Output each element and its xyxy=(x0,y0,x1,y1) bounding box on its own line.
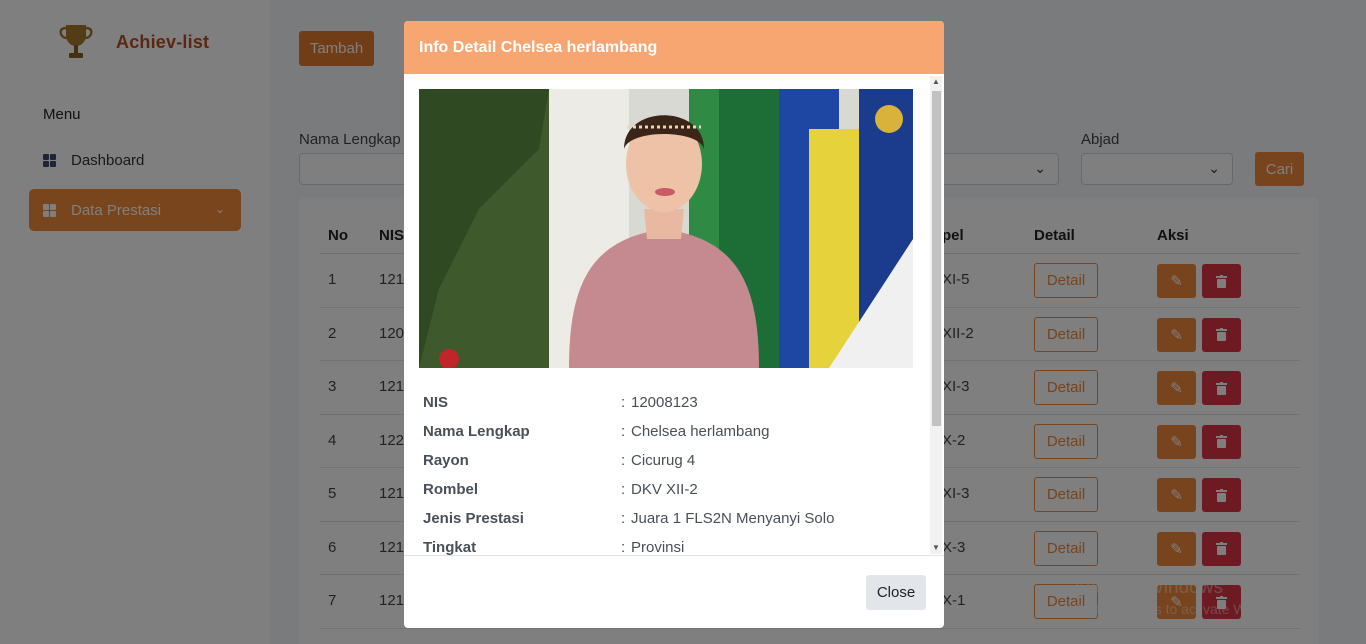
detail-modal: Info Detail Chelsea herlambang NIS: 120… xyxy=(404,21,944,628)
info-value: 12008123 xyxy=(631,394,698,411)
info-key: Nama Lengkap xyxy=(423,423,530,440)
info-row-tingkat: Tingkat: Provinsi xyxy=(423,539,923,556)
info-row-nis: NIS:12008123 xyxy=(423,394,923,423)
modal-scrollbar[interactable]: ▲ ▼ xyxy=(930,76,942,554)
info-value: Cicurug 4 xyxy=(631,452,696,469)
info-colon: : xyxy=(621,539,626,556)
info-key: Jenis Prestasi xyxy=(423,510,524,527)
info-key: Rayon xyxy=(423,452,469,469)
info-key: Rombel xyxy=(423,481,479,498)
info-key: NIS xyxy=(423,394,449,411)
student-info: NIS:12008123 Nama Lengkap: Chelsea herlam… xyxy=(423,394,923,556)
info-value: DKV XII-2 xyxy=(631,481,698,498)
info-value: Chelsea herlambang xyxy=(631,423,770,440)
modal-footer: Close xyxy=(404,556,944,628)
info-colon: : xyxy=(621,394,626,411)
info-key: Tingkat xyxy=(423,539,477,556)
info-row-rombel: Rombel: DKV XII-2 xyxy=(423,481,923,510)
info-colon: : xyxy=(621,510,626,527)
scroll-down-icon[interactable]: ▼ xyxy=(932,543,940,552)
info-colon: : xyxy=(621,481,626,498)
info-row-rayon: Rayon: Cicurug 4 xyxy=(423,452,923,481)
close-button[interactable]: Close xyxy=(866,575,926,610)
student-photo xyxy=(419,89,913,368)
modal-body: NIS:12008123 Nama Lengkap: Chelsea herlam… xyxy=(404,74,944,556)
scroll-up-icon[interactable]: ▲ xyxy=(932,77,940,86)
info-colon: : xyxy=(621,452,626,469)
info-colon: : xyxy=(621,423,626,440)
modal-title: Info Detail Chelsea herlambang xyxy=(404,21,944,74)
info-value: Juara 1 FLS2N Menyanyi Solo xyxy=(631,510,835,527)
scrollbar-thumb[interactable] xyxy=(932,91,941,426)
info-row-jenis-prestasi: Jenis Prestasi: Juara 1 FLS2N Menyanyi So… xyxy=(423,510,923,539)
info-value: Provinsi xyxy=(631,539,685,556)
info-row-nama: Nama Lengkap: Chelsea herlambang xyxy=(423,423,923,452)
